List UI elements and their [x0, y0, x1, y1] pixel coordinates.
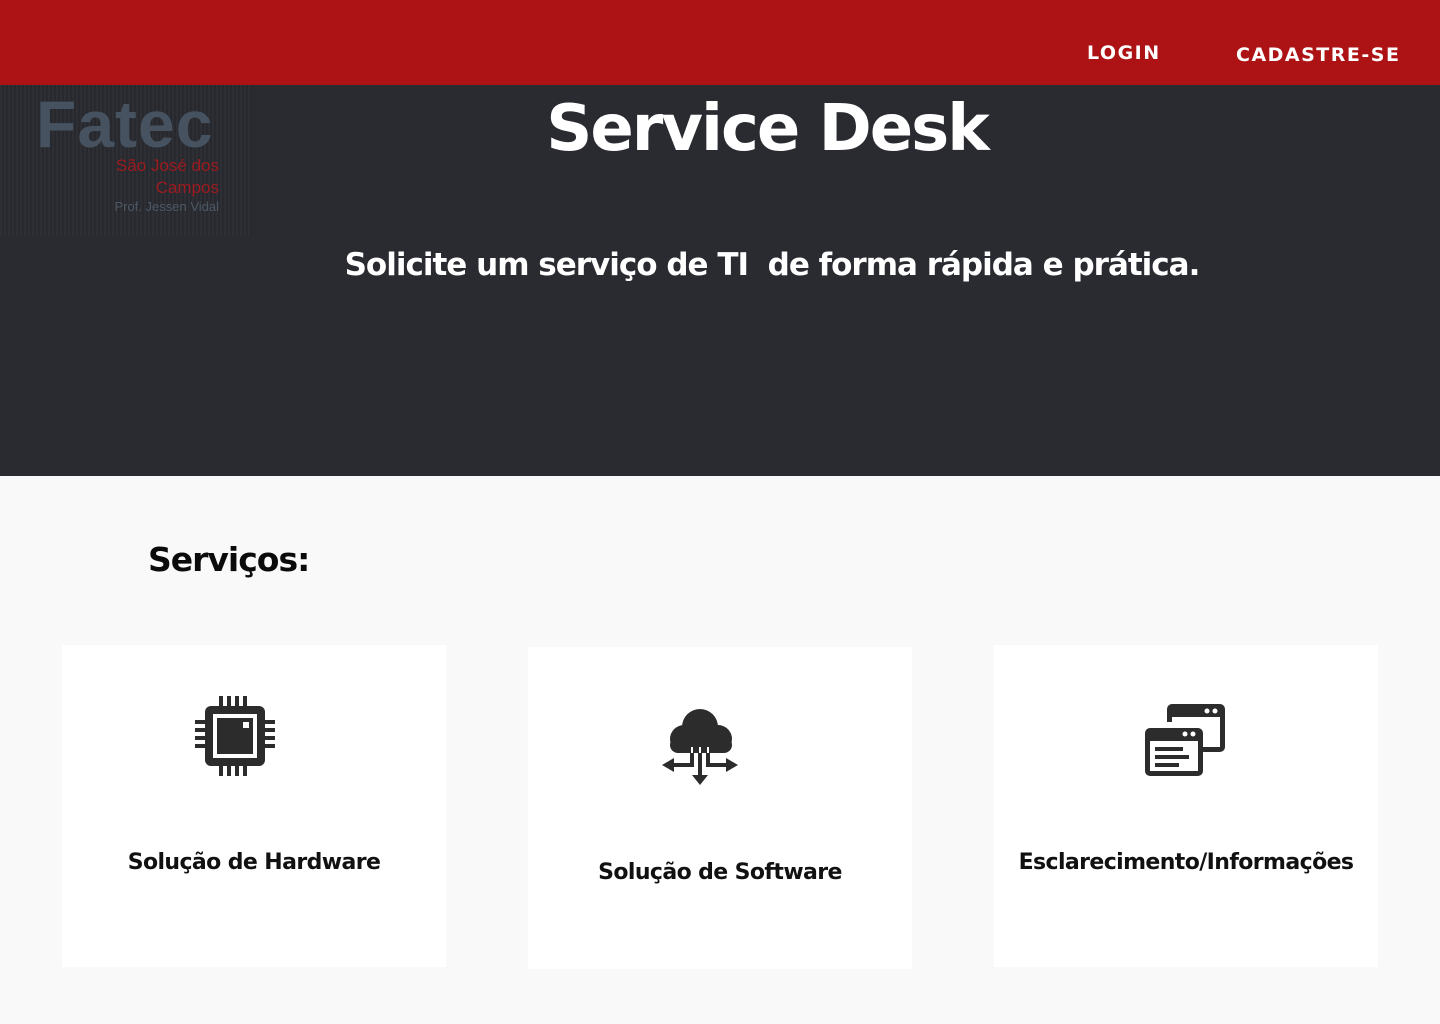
service-card-label: Solução de Software — [598, 860, 842, 885]
service-card-info[interactable]: Esclarecimento/Informações — [994, 645, 1378, 967]
logo-subtitle: Prof. Jessen Vidal — [114, 199, 219, 214]
service-card-label: Esclarecimento/Informações — [1018, 850, 1354, 875]
service-card-software[interactable]: Solução de Software — [528, 647, 912, 969]
browser-windows-icon — [1143, 702, 1227, 785]
top-navigation-bar: LOGIN CADASTRE-SE — [0, 0, 1440, 85]
cpu-chip-icon — [193, 694, 277, 783]
signup-link[interactable]: CADASTRE-SE — [1236, 44, 1400, 66]
services-heading: Serviços: — [148, 540, 310, 579]
login-link[interactable]: LOGIN — [1087, 42, 1161, 64]
service-card-hardware[interactable]: Solução de Hardware — [62, 645, 446, 967]
hero-subtitle: Solicite um serviço de TI de forma rápid… — [344, 247, 1201, 283]
service-card-label: Solução de Hardware — [127, 850, 381, 875]
cloud-arrows-icon — [658, 703, 744, 794]
page-title: Service Desk — [546, 92, 990, 166]
